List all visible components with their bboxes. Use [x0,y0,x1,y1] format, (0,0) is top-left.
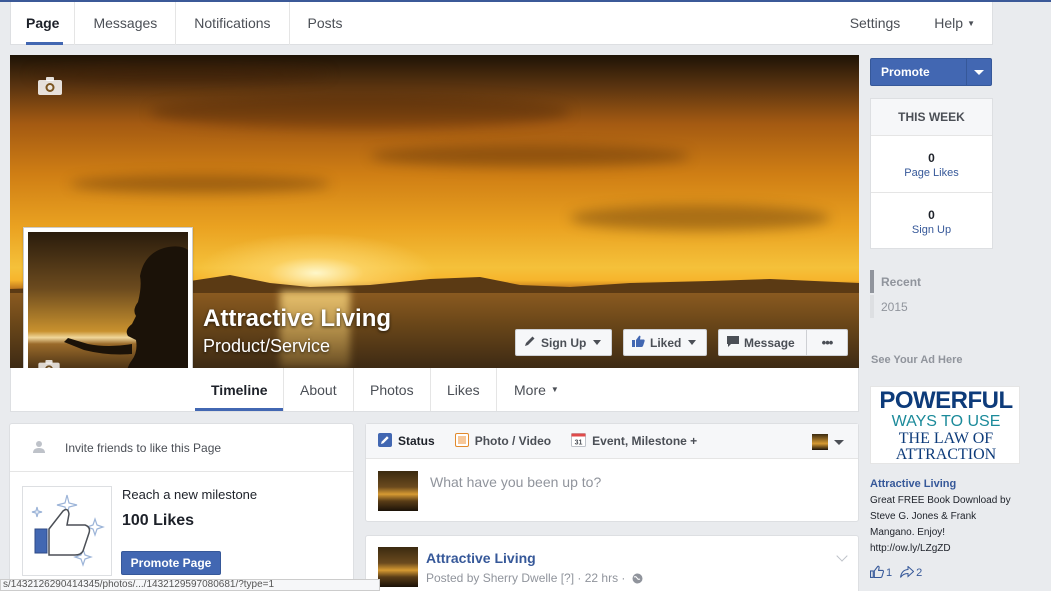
caret-down-icon[interactable] [834,440,844,445]
ad-body-text: Great FREE Book Download by Steve G. Jon… [870,495,1011,554]
composer-tabs: Status Photo / Video 31 Event, Milestone… [366,424,858,459]
cover-cloud [30,65,330,83]
message-bubble-icon [727,335,739,350]
timeline-post: Attractive Living Posted by Sherry Dwell… [365,535,859,591]
post-composer: Status Photo / Video 31 Event, Milestone… [365,423,859,522]
ad-image-line: WAYS TO USE [891,413,1001,430]
cover-cloud [570,205,830,231]
promote-separator [966,59,967,85]
tab-photos[interactable]: Photos [354,368,431,411]
help-menu[interactable]: Help ▼ [917,2,992,45]
milestone-title: Reach a new milestone [122,487,258,502]
page-title[interactable]: Attractive Living [203,305,391,333]
pencil-square-icon [378,432,392,450]
tab-page[interactable]: Page [11,1,76,45]
message-button[interactable]: Message [718,329,807,356]
help-label: Help [934,15,964,31]
share-arrow-icon [900,564,915,581]
post-meta: Posted by Sherry Dwelle [?] · 22 hrs · [426,571,643,587]
ad-title-link[interactable]: Attractive Living [870,478,956,490]
post-options-chevron-icon[interactable] [836,550,848,562]
tab-notifications[interactable]: Notifications [176,1,290,45]
tab-timeline-label: Timeline [211,381,268,398]
milestone-likes: 100 Likes [122,512,195,529]
ad-like-count: 1 [886,567,893,579]
sign-up-count: 0 [928,208,935,222]
composer-tab-status-label: Status [398,434,435,448]
browser-status-url: s/1432126290414345/photos/.../1432129597… [0,579,380,591]
tab-likes[interactable]: Likes [431,368,497,411]
timeline-year-recent[interactable]: Recent [870,270,921,293]
page-likes-label: Page Likes [904,167,959,179]
liked-label: Liked [650,335,682,350]
photo-icon [454,432,469,450]
caret-down-icon[interactable] [974,70,984,75]
cover-cloud [70,175,330,193]
page-likes-stat[interactable]: 0 Page Likes [871,136,992,193]
ad-like-action[interactable]: 1 [870,565,892,581]
invite-friends-label: Invite friends to like this Page [65,440,222,455]
tab-timeline[interactable]: Timeline [195,368,284,411]
more-options-button[interactable]: ••• [806,329,848,356]
sign-up-label: Sign Up [911,224,952,236]
tab-more-label: More [514,381,546,398]
thumbs-up-icon [632,335,645,350]
more-dots-icon: ••• [821,335,834,350]
composer-tab-photo-video[interactable]: Photo / Video [454,432,552,450]
post-avatar[interactable] [378,547,418,587]
tab-about[interactable]: About [284,368,354,411]
page-admin-nav: Page Messages Notifications Posts Settin… [10,1,993,45]
sign-up-label: Sign Up [541,335,587,350]
tab-more[interactable]: More ▼ [498,368,575,411]
ad-actions: 1 2 [870,564,923,581]
sign-up-stat[interactable]: 0 Sign Up [871,193,992,250]
invite-friends-link[interactable]: Invite friends to like this Page [10,424,353,472]
promote-button[interactable]: Promote [870,58,992,86]
ad-image-line: POWERFUL [879,387,1013,414]
page-timeline-nav: Timeline About Photos Likes More ▼ [10,368,859,412]
ad-share-action[interactable]: 2 [900,564,923,581]
message-label: Message [744,335,795,350]
timeline-year-2015[interactable]: 2015 [870,295,908,318]
change-cover-camera-icon[interactable] [38,77,62,95]
svg-text:31: 31 [575,439,583,446]
composer-tab-status[interactable]: Status [378,432,435,450]
post-meta-text: Posted by Sherry Dwelle [?] · 22 hrs · [426,571,626,585]
composer-tab-photo-label: Photo / Video [474,434,552,448]
globe-icon [632,573,643,587]
post-as-avatar[interactable] [812,434,828,450]
ad-image-line: ATTRACTION [895,446,997,463]
composer-input[interactable]: What have you been up to? [430,474,601,490]
milestone-thumbs-up-image [22,486,112,576]
tab-messages[interactable]: Messages [75,1,177,45]
ad-share-count: 2 [916,567,923,579]
thumbs-up-outline-icon [870,565,884,581]
left-column-card: Invite friends to like this Page Reach a… [9,423,354,591]
page-category[interactable]: Product/Service [203,336,330,357]
sign-up-button[interactable]: Sign Up [515,329,612,356]
promote-label: Promote [881,65,930,79]
tab-posts[interactable]: Posts [290,2,361,45]
caret-down-icon: ▼ [967,18,975,28]
pencil-icon [524,335,536,350]
this-week-panel: THIS WEEK 0 Page Likes 0 Sign Up [870,98,993,249]
page-likes-count: 0 [928,151,935,165]
composer-tab-event[interactable]: 31 Event, Milestone + [571,432,698,450]
see-your-ad-link[interactable]: See Your Ad Here [871,354,963,366]
composer-tab-event-label: Event, Milestone + [592,434,698,448]
this-week-heading: THIS WEEK [871,99,992,136]
caret-down-icon [688,340,697,345]
promote-page-button[interactable]: Promote Page [121,551,221,575]
post-author-link[interactable]: Attractive Living [426,550,536,566]
cover-cloud [370,145,690,167]
add-person-icon [32,440,46,454]
caret-down-icon [593,340,602,345]
liked-button[interactable]: Liked [623,329,707,356]
settings-link[interactable]: Settings [833,2,918,45]
calendar-icon: 31 [571,432,587,450]
cover-cloud [150,95,570,129]
composer-avatar [378,471,418,511]
ad-image[interactable]: POWERFUL WAYS TO USE THE LAW OF ATTRACTI… [870,386,1020,464]
caret-down-icon: ▼ [550,385,559,394]
